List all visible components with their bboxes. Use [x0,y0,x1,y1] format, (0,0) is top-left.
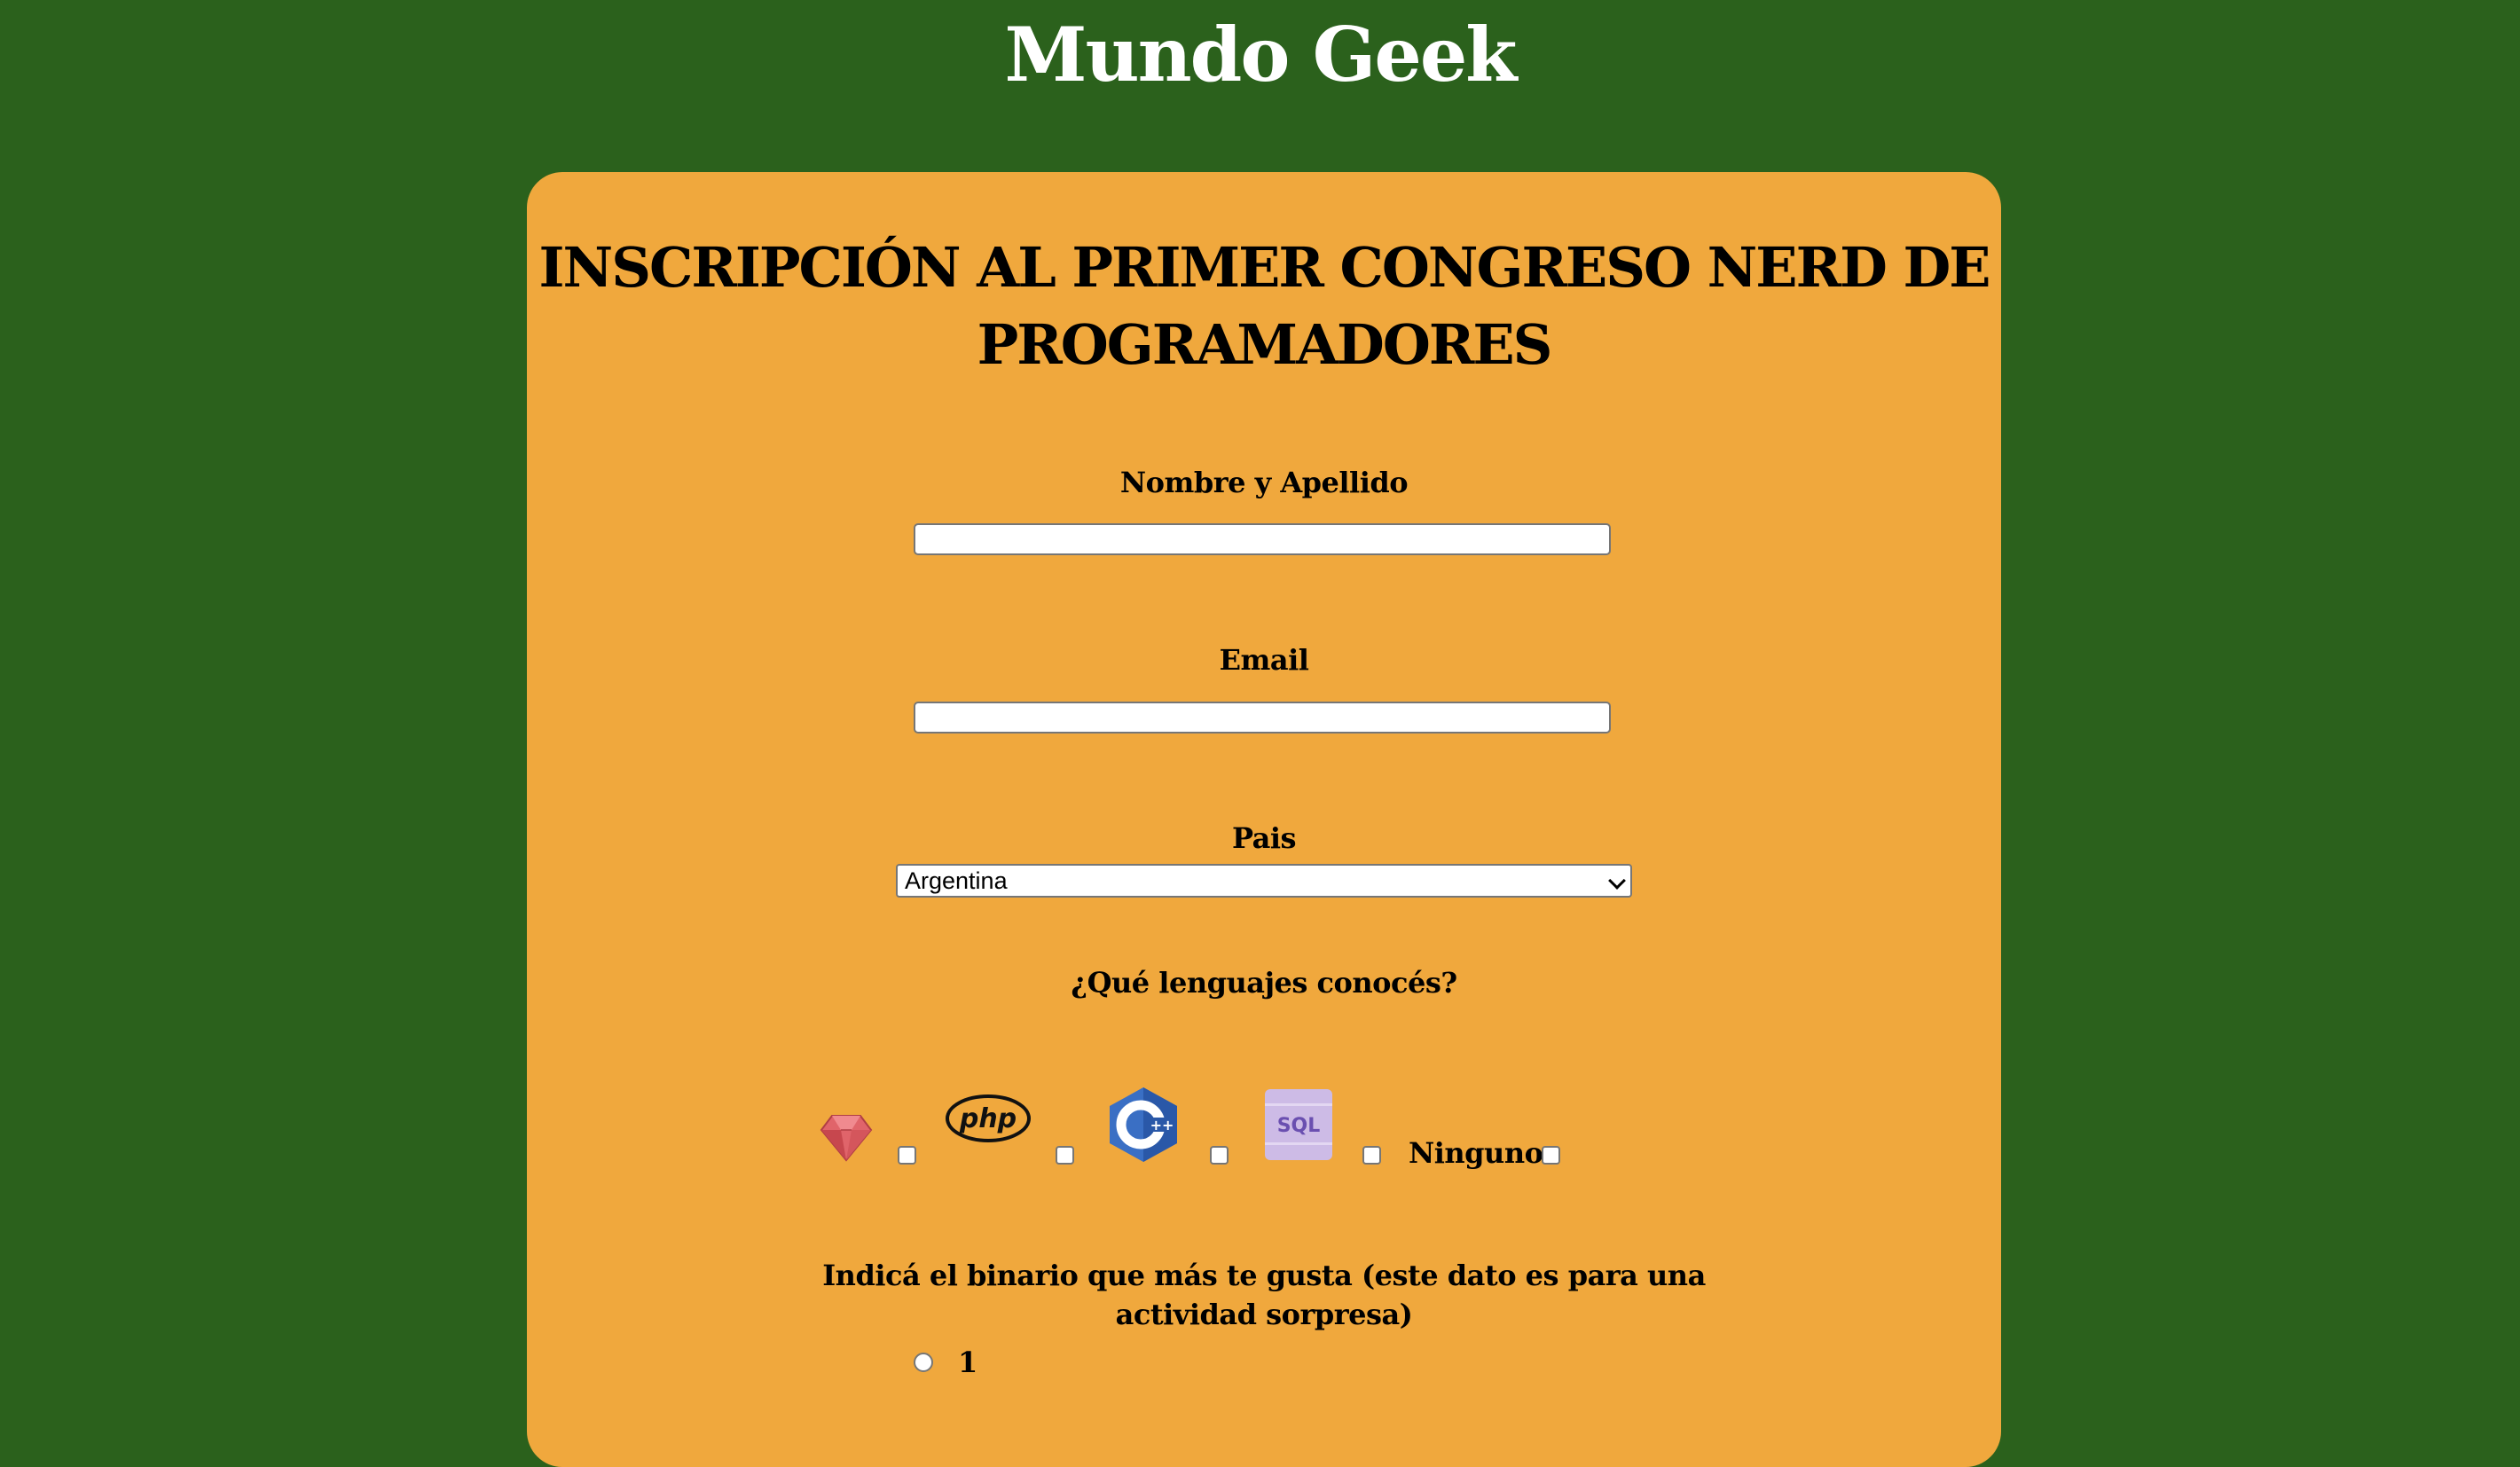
sql-checkbox[interactable] [1362,1146,1381,1165]
chevron-down-icon [1608,872,1626,890]
name-input[interactable] [914,523,1611,555]
cpp-icon: ++ [1107,1086,1180,1167]
site-title: Mundo Geek [1004,11,1518,98]
email-input[interactable] [914,702,1611,734]
languages-label: ¿Qué lenguajes conocés? [1071,966,1457,1000]
binary-label: Indicá el binario que más te gusta (este… [527,1256,2001,1334]
form-title: INSCRIPCIÓN AL PRIMER CONGRESO NERD DE P… [527,229,2001,383]
country-select[interactable]: Argentina [896,864,1632,898]
binary-option-1-radio[interactable] [914,1353,933,1372]
ruby-icon [820,1112,873,1165]
binary-option-1-label: 1 [958,1345,978,1379]
binary-label-line-1: Indicá el binario que más te gusta (este… [822,1259,1706,1292]
email-label: Email [1219,643,1309,677]
php-checkbox[interactable] [1056,1146,1074,1165]
ruby-checkbox[interactable] [898,1146,916,1165]
sql-icon: SQL [1263,1087,1334,1165]
registration-card: INSCRIPCIÓN AL PRIMER CONGRESO NERD DE P… [527,172,2001,1467]
name-label: Nombre y Apellido [1119,466,1409,499]
php-icon: php [944,1093,1032,1148]
svg-text:php: php [959,1103,1017,1134]
binary-label-line-2: actividad sorpresa) [1115,1298,1413,1331]
svg-text:++: ++ [1150,1117,1174,1134]
none-checkbox[interactable] [1542,1146,1560,1165]
form-title-line-1: INSCRIPCIÓN AL PRIMER CONGRESO NERD DE [538,235,1991,300]
cpp-checkbox[interactable] [1210,1146,1229,1165]
none-option-label: Ninguno [1409,1136,1543,1170]
country-selected-value: Argentina [905,867,1008,894]
svg-text:SQL: SQL [1277,1115,1321,1137]
form-title-line-2: PROGRAMADORES [977,312,1553,377]
country-label: Pais [1231,821,1297,855]
